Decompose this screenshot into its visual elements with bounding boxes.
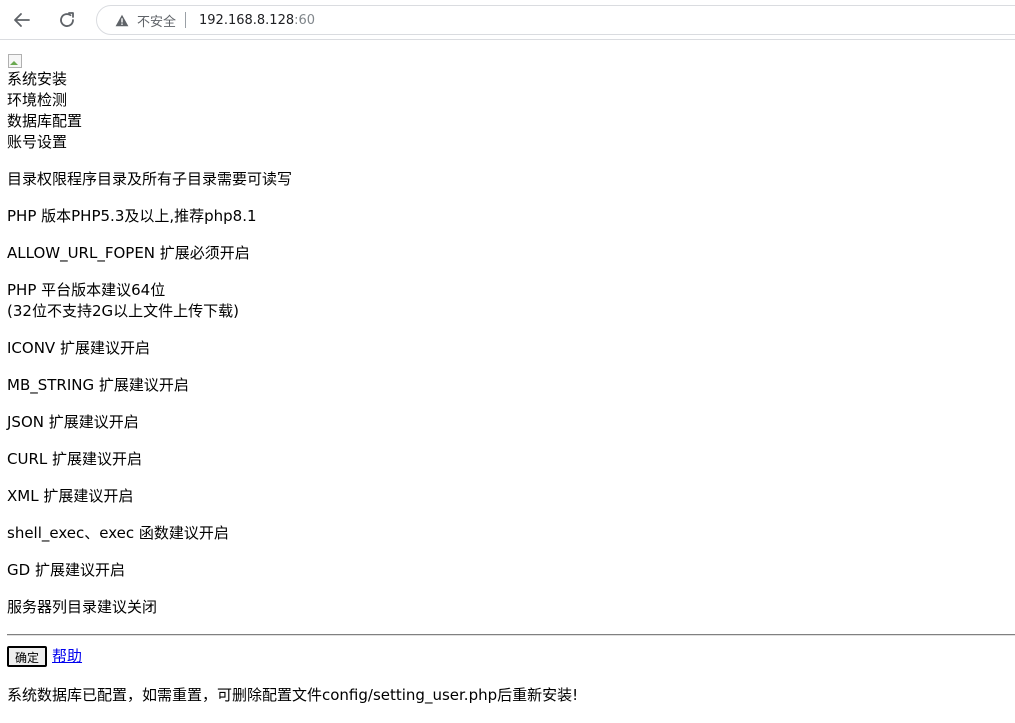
address-divider: [185, 12, 187, 28]
check-gd: GD 扩展建议开启: [7, 561, 125, 579]
environment-check-list: 目录权限程序目录及所有子目录需要可读写 PHP 版本PHP5.3及以上,推荐ph…: [7, 169, 1015, 618]
security-status[interactable]: 不安全: [137, 11, 176, 30]
step-database-config: 数据库配置: [7, 112, 83, 130]
confirm-button[interactable]: 确定: [7, 645, 48, 667]
action-row: 确定 帮助: [7, 645, 1015, 667]
warning-icon[interactable]: [114, 12, 130, 28]
check-dir-permission: 目录权限程序目录及所有子目录需要可读写: [7, 170, 293, 188]
check-dir-listing: 服务器列目录建议关闭: [7, 598, 158, 616]
check-xml: XML 扩展建议开启: [7, 487, 134, 505]
browser-toolbar: 不安全 192.168.8.128:60: [0, 0, 1015, 40]
step-system-install: 系统安装: [7, 70, 68, 88]
section-divider: [7, 634, 1015, 636]
step-environment-check: 环境检测: [7, 91, 68, 109]
check-php-platform: PHP 平台版本建议64位 (32位不支持2G以上文件上传下载): [7, 280, 1015, 322]
arrow-left-icon: [14, 13, 30, 27]
check-allow-url-fopen: ALLOW_URL_FOPEN 扩展必须开启: [7, 244, 250, 262]
url-port: :60: [294, 12, 316, 28]
check-php-version: PHP 版本PHP5.3及以上,推荐php8.1: [7, 207, 257, 225]
config-notice: 系统数据库已配置，如需重置，可删除配置文件config/setting_user…: [7, 686, 579, 704]
install-steps: 系统安装 环境检测 数据库配置 账号设置: [7, 69, 1015, 153]
url-host: 192.168.8.128: [199, 12, 295, 28]
reload-button[interactable]: [53, 6, 81, 34]
check-php-platform-line1: PHP 平台版本建议64位: [7, 281, 166, 299]
check-shell-exec: shell_exec、exec 函数建议开启: [7, 524, 229, 542]
reload-icon: [60, 12, 74, 27]
broken-image-icon: [7, 51, 23, 69]
check-iconv: ICONV 扩展建议开启: [7, 339, 150, 357]
address-bar[interactable]: 不安全 192.168.8.128:60: [96, 5, 1015, 35]
page-content: 系统安装 环境检测 数据库配置 账号设置 目录权限程序目录及所有子目录需要可读写…: [7, 49, 1015, 706]
back-button[interactable]: [8, 6, 36, 34]
check-php-platform-line2: (32位不支持2G以上文件上传下载): [7, 302, 239, 320]
help-link[interactable]: 帮助: [52, 646, 82, 667]
step-account-settings: 账号设置: [7, 133, 68, 151]
check-curl: CURL 扩展建议开启: [7, 450, 143, 468]
check-mb-string: MB_STRING 扩展建议开启: [7, 376, 189, 394]
check-json: JSON 扩展建议开启: [7, 413, 139, 431]
